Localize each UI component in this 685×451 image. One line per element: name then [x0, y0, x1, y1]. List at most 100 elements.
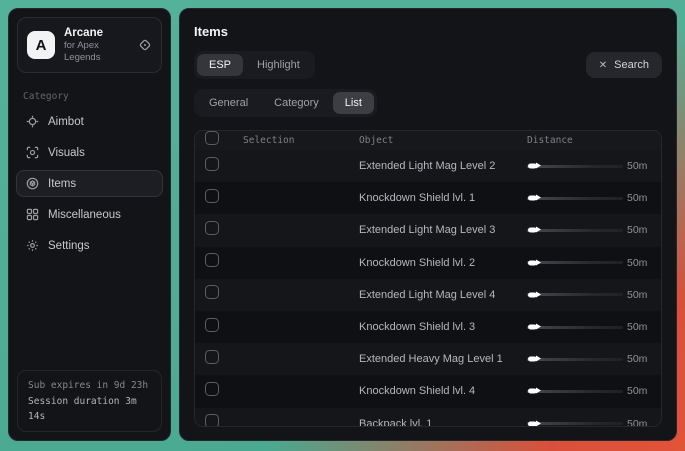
object-label: Extended Heavy Mag Level 1 — [359, 353, 527, 365]
slider-thumb[interactable] — [528, 357, 537, 362]
distance-slider[interactable] — [527, 214, 623, 246]
items-table: Selection Object Distance Color Extended… — [194, 130, 662, 427]
tab-highlight[interactable]: Highlight — [245, 54, 312, 76]
app-name: Arcane — [64, 26, 129, 40]
distance-value: 50m — [623, 160, 662, 172]
sidebar-item-settings[interactable]: Settings — [16, 232, 163, 259]
tab-esp[interactable]: ESP — [197, 54, 243, 76]
tab-general[interactable]: General — [197, 92, 260, 114]
object-label: Backpack lvl. 1 — [359, 418, 527, 427]
object-label: Knockdown Shield lvl. 4 — [359, 385, 527, 397]
sidebar-item-label: Items — [48, 178, 76, 190]
table-row: Knockdown Shield lvl. 2 50m — [195, 247, 661, 279]
gear-icon — [26, 239, 39, 252]
select-all-checkbox[interactable] — [205, 131, 219, 145]
sub-expiry-text: Sub expires in 9d 23h — [28, 378, 151, 393]
slider-thumb[interactable] — [528, 389, 537, 394]
distance-slider[interactable] — [527, 150, 623, 182]
column-header-object: Object — [359, 135, 527, 146]
row-checkbox[interactable] — [205, 382, 219, 396]
page-title: Items — [194, 24, 662, 39]
distance-value: 50m — [623, 321, 662, 333]
row-checkbox[interactable] — [205, 221, 219, 235]
distance-slider[interactable] — [527, 279, 623, 311]
crosshair-icon — [26, 115, 39, 128]
slider-thumb[interactable] — [528, 228, 537, 233]
row-checkbox[interactable] — [205, 157, 219, 171]
sidebar-nav: Aimbot Visuals Items — [9, 104, 170, 263]
distance-slider[interactable] — [527, 311, 623, 343]
row-checkbox[interactable] — [205, 285, 219, 299]
session-info-box: Sub expires in 9d 23h Session duration 3… — [17, 370, 162, 432]
sidebar-item-label: Aimbot — [48, 116, 84, 128]
slider-thumb[interactable] — [528, 292, 537, 297]
distance-slider[interactable] — [527, 375, 623, 407]
sidebar-item-miscellaneous[interactable]: Miscellaneous — [16, 201, 163, 228]
sidebar: A Arcane for Apex Legends Category Aimbo… — [8, 8, 171, 441]
table-row: Knockdown Shield lvl. 4 50m — [195, 375, 661, 407]
table-row: Knockdown Shield lvl. 3 50m — [195, 311, 661, 343]
row-checkbox[interactable] — [205, 414, 219, 427]
row-checkbox[interactable] — [205, 189, 219, 203]
slider-track — [527, 326, 623, 329]
slider-track — [527, 293, 623, 296]
object-label: Knockdown Shield lvl. 1 — [359, 192, 527, 204]
table-row: Knockdown Shield lvl. 1 50m — [195, 182, 661, 214]
slider-track — [527, 390, 623, 393]
distance-value: 50m — [623, 385, 662, 397]
object-label: Knockdown Shield lvl. 3 — [359, 321, 527, 333]
sidebar-item-label: Miscellaneous — [48, 209, 121, 221]
grid-icon — [26, 208, 39, 221]
column-header-selection: Selection — [243, 135, 359, 146]
tab-category[interactable]: Category — [262, 92, 331, 114]
slider-track — [527, 229, 623, 232]
app-logo: A — [27, 31, 55, 59]
table-header-row: Selection Object Distance Color — [195, 131, 661, 150]
slider-thumb[interactable] — [528, 325, 537, 330]
app-header-card: A Arcane for Apex Legends — [17, 17, 162, 73]
slider-thumb[interactable] — [528, 196, 537, 201]
row-checkbox[interactable] — [205, 253, 219, 267]
main-panel: Items ESP Highlight ✕ Search General Cat… — [179, 8, 677, 441]
slider-track — [527, 358, 623, 361]
sidebar-item-label: Visuals — [48, 147, 85, 159]
table-row: Extended Light Mag Level 4 50m — [195, 279, 661, 311]
distance-slider[interactable] — [527, 247, 623, 279]
distance-value: 50m — [623, 257, 662, 269]
tab-list[interactable]: List — [333, 92, 374, 114]
object-label: Extended Light Mag Level 4 — [359, 289, 527, 301]
distance-slider[interactable] — [527, 182, 623, 214]
distance-slider[interactable] — [527, 408, 623, 428]
distance-slider[interactable] — [527, 343, 623, 375]
distance-value: 50m — [623, 289, 662, 301]
gem-badge-icon[interactable] — [138, 38, 152, 52]
table-row: Extended Light Mag Level 2 50m — [195, 150, 661, 182]
slider-track — [527, 197, 623, 200]
distance-value: 50m — [623, 353, 662, 365]
slider-track — [527, 165, 623, 168]
mode-tabs: ESP Highlight — [194, 51, 315, 79]
eye-icon — [26, 146, 39, 159]
table-row: Extended Heavy Mag Level 1 50m — [195, 343, 661, 375]
close-icon: ✕ — [599, 60, 607, 71]
row-checkbox[interactable] — [205, 350, 219, 364]
distance-value: 50m — [623, 192, 662, 204]
distance-value: 50m — [623, 224, 662, 236]
search-button-label: Search — [614, 59, 649, 71]
row-checkbox[interactable] — [205, 318, 219, 332]
search-button[interactable]: ✕ Search — [586, 52, 662, 78]
sidebar-item-items[interactable]: Items — [16, 170, 163, 197]
session-duration-text: Session duration 3m 14s — [28, 394, 151, 424]
slider-thumb[interactable] — [528, 164, 537, 169]
view-tabs: General Category List — [194, 89, 377, 117]
app-subtitle: for Apex Legends — [64, 40, 129, 64]
slider-track — [527, 422, 623, 425]
sidebar-item-visuals[interactable]: Visuals — [16, 139, 163, 166]
table-body: Extended Light Mag Level 2 50m Knockdown… — [195, 150, 661, 427]
slider-thumb[interactable] — [528, 260, 537, 265]
slider-thumb[interactable] — [528, 421, 537, 426]
package-icon — [26, 177, 39, 190]
slider-track — [527, 261, 623, 264]
sidebar-item-label: Settings — [48, 240, 90, 252]
sidebar-item-aimbot[interactable]: Aimbot — [16, 108, 163, 135]
